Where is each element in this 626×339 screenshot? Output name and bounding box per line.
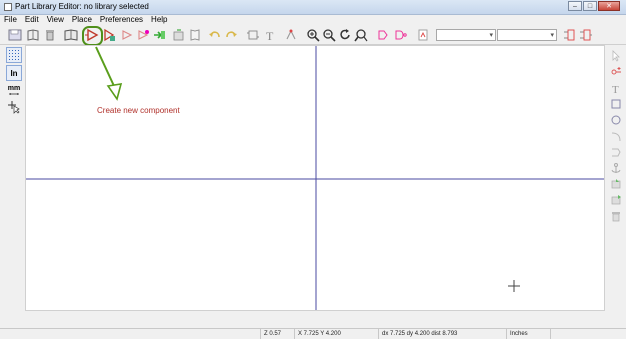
grid-toggle-icon[interactable]	[6, 47, 22, 63]
document-icon[interactable]	[188, 28, 202, 42]
redraw-icon[interactable]	[338, 28, 352, 42]
import-drawing-icon[interactable]	[608, 177, 624, 191]
menu-place[interactable]: Place	[68, 15, 96, 25]
import-icon[interactable]	[172, 28, 186, 42]
window-controls: – □ ✕	[567, 1, 620, 12]
app-icon	[4, 3, 12, 11]
chevron-down-icon: ▾	[489, 32, 493, 39]
canvas-bottom-strip	[25, 311, 605, 327]
add-arc-icon[interactable]	[608, 129, 624, 143]
edit-component-icon[interactable]	[120, 28, 134, 42]
select-arrow-icon[interactable]	[608, 49, 624, 63]
menu-preferences[interactable]: Preferences	[96, 15, 147, 25]
text-icon[interactable]: T	[263, 28, 277, 43]
app-window: Part Library Editor: no library selected…	[0, 0, 626, 339]
add-circle-icon[interactable]	[608, 113, 624, 127]
export-component-icon[interactable]	[152, 28, 166, 42]
load-component-icon[interactable]	[102, 28, 116, 42]
window-title: Part Library Editor: no library selected	[15, 2, 149, 11]
status-bar: Z 0.57 X 7.725 Y 4.200 dx 7.725 dy 4.200…	[0, 328, 626, 339]
menu-help[interactable]: Help	[147, 15, 171, 25]
zoom-in-icon[interactable]	[306, 28, 320, 42]
add-polyline-icon[interactable]	[608, 145, 624, 159]
canvas-axes	[26, 46, 604, 310]
units-mm-label: mm	[7, 84, 21, 92]
highlight-ring	[82, 26, 103, 46]
add-pin-icon[interactable]	[608, 65, 624, 79]
datasheet-icon[interactable]	[416, 28, 430, 42]
redo-icon[interactable]	[224, 28, 238, 42]
units-inch-button[interactable]: In	[6, 65, 22, 81]
undo-icon[interactable]	[208, 28, 222, 42]
minimize-button[interactable]: –	[568, 1, 582, 11]
zoom-fit-icon[interactable]	[354, 28, 368, 42]
menu-bar: File Edit View Place Preferences Help	[0, 15, 626, 25]
right-toolbar: T	[606, 45, 626, 310]
delete-part-icon[interactable]	[43, 28, 57, 42]
select-library-icon[interactable]	[26, 28, 40, 42]
unit-select-combo[interactable]: ▾	[497, 29, 557, 41]
component-fields-icon[interactable]	[136, 28, 150, 42]
menu-view[interactable]: View	[43, 15, 68, 25]
chevron-down-icon: ▾	[550, 32, 554, 39]
anchor-icon[interactable]	[608, 161, 624, 175]
svg-text:T: T	[612, 84, 619, 94]
add-rectangle-icon[interactable]	[608, 97, 624, 111]
pin-to-body-icon[interactable]	[562, 28, 576, 42]
export-drawing-icon[interactable]	[608, 193, 624, 207]
annotation-label: Create new component	[97, 106, 180, 115]
pin-list-icon[interactable]	[579, 28, 593, 42]
zoom-out-icon[interactable]	[322, 28, 336, 42]
part-select-combo[interactable]: ▾	[436, 29, 496, 41]
units-mm-button[interactable]: mm	[6, 82, 22, 98]
menu-file[interactable]: File	[0, 15, 21, 25]
drawing-canvas[interactable]	[25, 45, 605, 311]
crosshair-cursor-icon	[508, 280, 520, 292]
library-browser-icon[interactable]	[64, 28, 78, 42]
pin-edit-icon[interactable]	[284, 28, 298, 42]
close-button[interactable]: ✕	[598, 1, 620, 11]
left-toolbar: In mm	[4, 45, 24, 310]
add-text-icon[interactable]: T	[608, 81, 624, 95]
delete-item-icon[interactable]	[608, 209, 624, 223]
pin-table-icon[interactable]	[246, 28, 260, 42]
menu-edit[interactable]: Edit	[21, 15, 43, 25]
deMorgan-convert-icon[interactable]	[393, 28, 407, 42]
units-inch-label: In	[10, 68, 18, 78]
deMorgan-normal-icon[interactable]	[376, 28, 390, 42]
cursor-shape-icon[interactable]	[6, 99, 22, 115]
maximize-button[interactable]: □	[583, 1, 597, 11]
title-bar: Part Library Editor: no library selected…	[0, 0, 626, 15]
save-library-icon[interactable]	[8, 28, 22, 42]
svg-text:T: T	[266, 29, 274, 42]
